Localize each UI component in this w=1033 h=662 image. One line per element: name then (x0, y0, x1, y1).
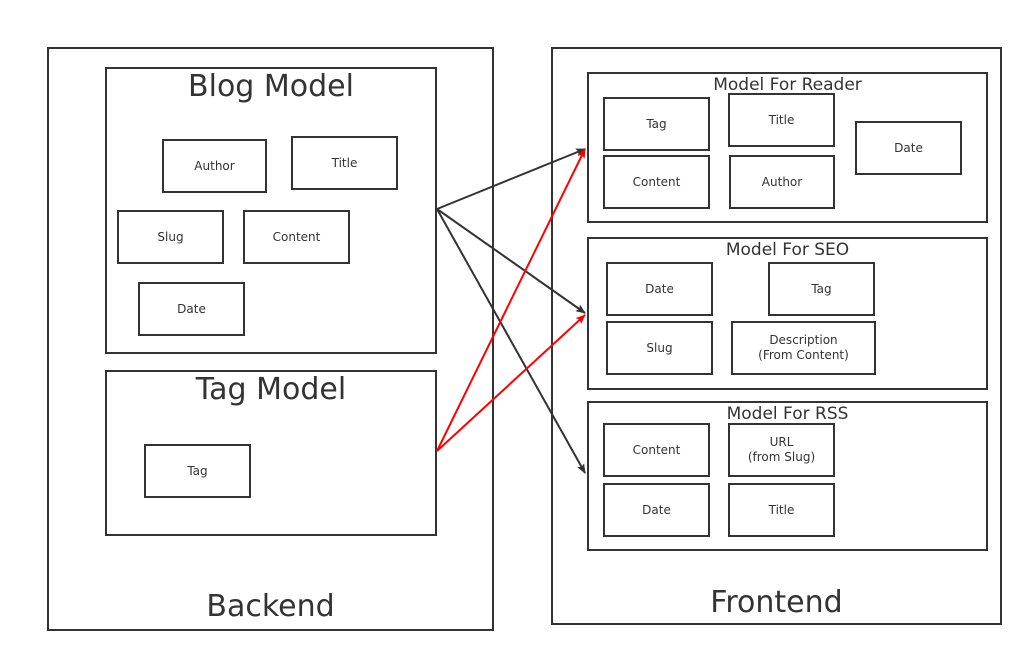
blog-field-author: Author (162, 139, 267, 193)
blog-field-date: Date (138, 282, 245, 336)
rss-field-title: Title (728, 483, 835, 537)
seo-field-date: Date (606, 262, 713, 316)
backend-label: Backend (206, 589, 335, 624)
seo-model-title: Model For SEO (725, 240, 850, 260)
reader-field-date: Date (855, 121, 962, 175)
tag-field-tag: Tag (144, 444, 251, 498)
rss-field-date: Date (603, 483, 710, 537)
frontend-label: Frontend (710, 585, 843, 620)
tag-model-title: Tag Model (195, 372, 347, 407)
reader-field-author: Author (729, 155, 835, 209)
rss-field-content: Content (603, 423, 710, 477)
seo-field-description: Description (From Content) (731, 321, 876, 375)
seo-field-tag: Tag (768, 262, 875, 316)
rss-field-url: URL (from Slug) (728, 423, 835, 477)
reader-model-title: Model For Reader (713, 75, 862, 95)
blog-model-title: Blog Model (188, 69, 354, 104)
rss-model-title: Model For RSS (726, 404, 849, 424)
blog-field-title: Title (291, 136, 398, 190)
reader-field-content: Content (603, 155, 710, 209)
reader-field-title: Title (728, 93, 835, 147)
blog-field-content: Content (243, 210, 350, 264)
reader-field-tag: Tag (603, 97, 710, 151)
seo-field-slug: Slug (606, 321, 713, 375)
blog-field-slug: Slug (117, 210, 224, 264)
